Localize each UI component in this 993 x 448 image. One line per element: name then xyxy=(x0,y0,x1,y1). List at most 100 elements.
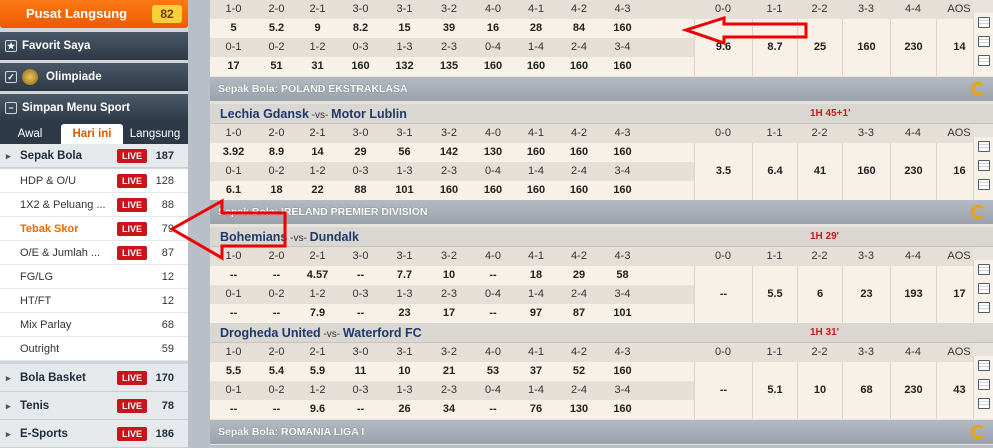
favorites-bar[interactable]: ★ Favorit Saya xyxy=(0,32,188,60)
league-header[interactable]: Sepak Bola: IRELAND PREMIER DIVISION xyxy=(210,200,993,224)
score-cell[interactable]: 160 xyxy=(601,143,644,162)
score-cell[interactable]: 23 xyxy=(382,304,427,323)
match-info-icon[interactable] xyxy=(978,398,990,409)
score-cell[interactable]: 5.4 xyxy=(257,362,296,381)
live-tracker-icon[interactable] xyxy=(978,283,990,294)
score-cell[interactable]: 5.5 xyxy=(210,362,257,381)
score-cell[interactable]: 39 xyxy=(427,19,471,38)
score-cell[interactable]: 160 xyxy=(515,143,557,162)
tab-awal[interactable]: Awal xyxy=(2,124,58,144)
score-cell[interactable]: 34 xyxy=(427,400,471,419)
draw-odds-cell[interactable]: 230 xyxy=(890,362,936,419)
score-cell[interactable]: 58 xyxy=(601,266,644,285)
draw-odds-cell[interactable]: 5.5 xyxy=(752,266,797,323)
score-cell[interactable]: 3.92 xyxy=(210,143,257,162)
score-cell[interactable]: 5.9 xyxy=(296,362,339,381)
draw-odds-cell[interactable]: 3.5 xyxy=(694,143,752,200)
score-cell[interactable]: 160 xyxy=(427,181,471,200)
score-cell[interactable]: 37 xyxy=(515,362,557,381)
score-cell[interactable]: 87 xyxy=(557,304,601,323)
score-cell[interactable]: 160 xyxy=(515,57,557,76)
score-cell[interactable]: -- xyxy=(210,400,257,419)
score-cell[interactable]: 17 xyxy=(427,304,471,323)
score-cell[interactable]: 88 xyxy=(339,181,382,200)
score-cell[interactable]: 160 xyxy=(339,57,382,76)
stats-icon[interactable] xyxy=(978,141,990,152)
score-cell[interactable]: 9 xyxy=(296,19,339,38)
score-cell[interactable]: -- xyxy=(257,400,296,419)
live-tracker-icon[interactable] xyxy=(978,379,990,390)
score-cell[interactable]: 160 xyxy=(601,400,644,419)
score-cell[interactable]: -- xyxy=(210,304,257,323)
score-cell[interactable]: 101 xyxy=(601,304,644,323)
live-tracker-icon[interactable] xyxy=(978,160,990,171)
match-info-icon[interactable] xyxy=(978,55,990,66)
draw-odds-cell[interactable]: 10 xyxy=(797,362,842,419)
stats-icon[interactable] xyxy=(978,264,990,275)
match-info-icon[interactable] xyxy=(978,179,990,190)
score-cell[interactable]: 160 xyxy=(471,57,515,76)
score-cell[interactable]: 16 xyxy=(471,19,515,38)
sport-subitem[interactable]: Outright 59 xyxy=(0,337,188,361)
sport-subitem[interactable]: HDP & O/U LIVE 128 xyxy=(0,169,188,193)
draw-odds-cell[interactable]: 6.4 xyxy=(752,143,797,200)
draw-odds-cell[interactable]: 230 xyxy=(890,143,936,200)
score-cell[interactable]: -- xyxy=(257,266,296,285)
live-tracker-icon[interactable] xyxy=(978,36,990,47)
score-cell[interactable]: 28 xyxy=(515,19,557,38)
score-cell[interactable]: -- xyxy=(339,400,382,419)
score-cell[interactable]: 11 xyxy=(339,362,382,381)
sport-subitem[interactable]: Mix Parlay 68 xyxy=(0,313,188,337)
score-cell[interactable]: 29 xyxy=(339,143,382,162)
draw-odds-cell[interactable]: 193 xyxy=(890,266,936,323)
sport-subitem[interactable]: 1X2 & Peluang ... LIVE 88 xyxy=(0,193,188,217)
draw-odds-cell[interactable]: 25 xyxy=(797,19,842,76)
score-cell[interactable]: -- xyxy=(471,400,515,419)
match-info-icon[interactable] xyxy=(978,302,990,313)
score-cell[interactable]: -- xyxy=(471,266,515,285)
draw-odds-cell[interactable]: 6 xyxy=(797,266,842,323)
draw-odds-cell[interactable]: 9.6 xyxy=(694,19,752,76)
score-cell[interactable]: 101 xyxy=(382,181,427,200)
score-cell[interactable]: 51 xyxy=(257,57,296,76)
sport-subitem[interactable]: FG/LG 12 xyxy=(0,265,188,289)
score-cell[interactable]: 17 xyxy=(210,57,257,76)
sport-item-sepak-bola[interactable]: ▸ Sepak Bola LIVE 187 xyxy=(0,144,188,168)
score-cell[interactable]: 5.2 xyxy=(257,19,296,38)
score-cell[interactable]: -- xyxy=(257,304,296,323)
score-cell[interactable]: 160 xyxy=(601,19,644,38)
draw-odds-cell[interactable]: 230 xyxy=(890,19,936,76)
score-cell[interactable]: 26 xyxy=(382,400,427,419)
draw-odds-cell[interactable]: 23 xyxy=(842,266,890,323)
score-cell[interactable]: 7.7 xyxy=(382,266,427,285)
sport-item[interactable]: ▸ E-Sports LIVE 186 xyxy=(0,420,188,448)
score-cell[interactable]: -- xyxy=(210,266,257,285)
match-teams[interactable]: Drogheda United -vs- Waterford FC xyxy=(210,326,422,340)
score-cell[interactable]: 10 xyxy=(427,266,471,285)
score-cell[interactable]: 130 xyxy=(557,400,601,419)
draw-odds-cell[interactable]: 68 xyxy=(842,362,890,419)
score-cell[interactable]: 76 xyxy=(515,400,557,419)
score-cell[interactable]: -- xyxy=(339,304,382,323)
score-cell[interactable]: 132 xyxy=(382,57,427,76)
tab-hari-ini[interactable]: Hari ini xyxy=(61,124,123,144)
draw-odds-cell[interactable]: 5.1 xyxy=(752,362,797,419)
score-cell[interactable]: 160 xyxy=(601,181,644,200)
tab-langsung[interactable]: Langsung xyxy=(124,124,186,144)
draw-odds-cell[interactable]: 41 xyxy=(797,143,842,200)
score-cell[interactable]: 56 xyxy=(382,143,427,162)
sport-subitem[interactable]: Tebak Skor LIVE 79 xyxy=(0,217,188,241)
score-cell[interactable]: 8.9 xyxy=(257,143,296,162)
score-cell[interactable]: 130 xyxy=(471,143,515,162)
score-cell[interactable]: 160 xyxy=(515,181,557,200)
score-cell[interactable]: 84 xyxy=(557,19,601,38)
score-cell[interactable]: 160 xyxy=(557,181,601,200)
score-cell[interactable]: 7.9 xyxy=(296,304,339,323)
score-cell[interactable]: 10 xyxy=(382,362,427,381)
league-header[interactable]: Sepak Bola: POLAND EKSTRAKLASA xyxy=(210,77,993,101)
draw-odds-cell[interactable]: 8.7 xyxy=(752,19,797,76)
sport-menu-bar[interactable]: − Simpan Menu Sport xyxy=(0,94,188,122)
draw-odds-cell[interactable]: -- xyxy=(694,266,752,323)
sport-item[interactable]: ▸ Bola Basket LIVE 170 xyxy=(0,364,188,392)
score-cell[interactable]: 15 xyxy=(382,19,427,38)
